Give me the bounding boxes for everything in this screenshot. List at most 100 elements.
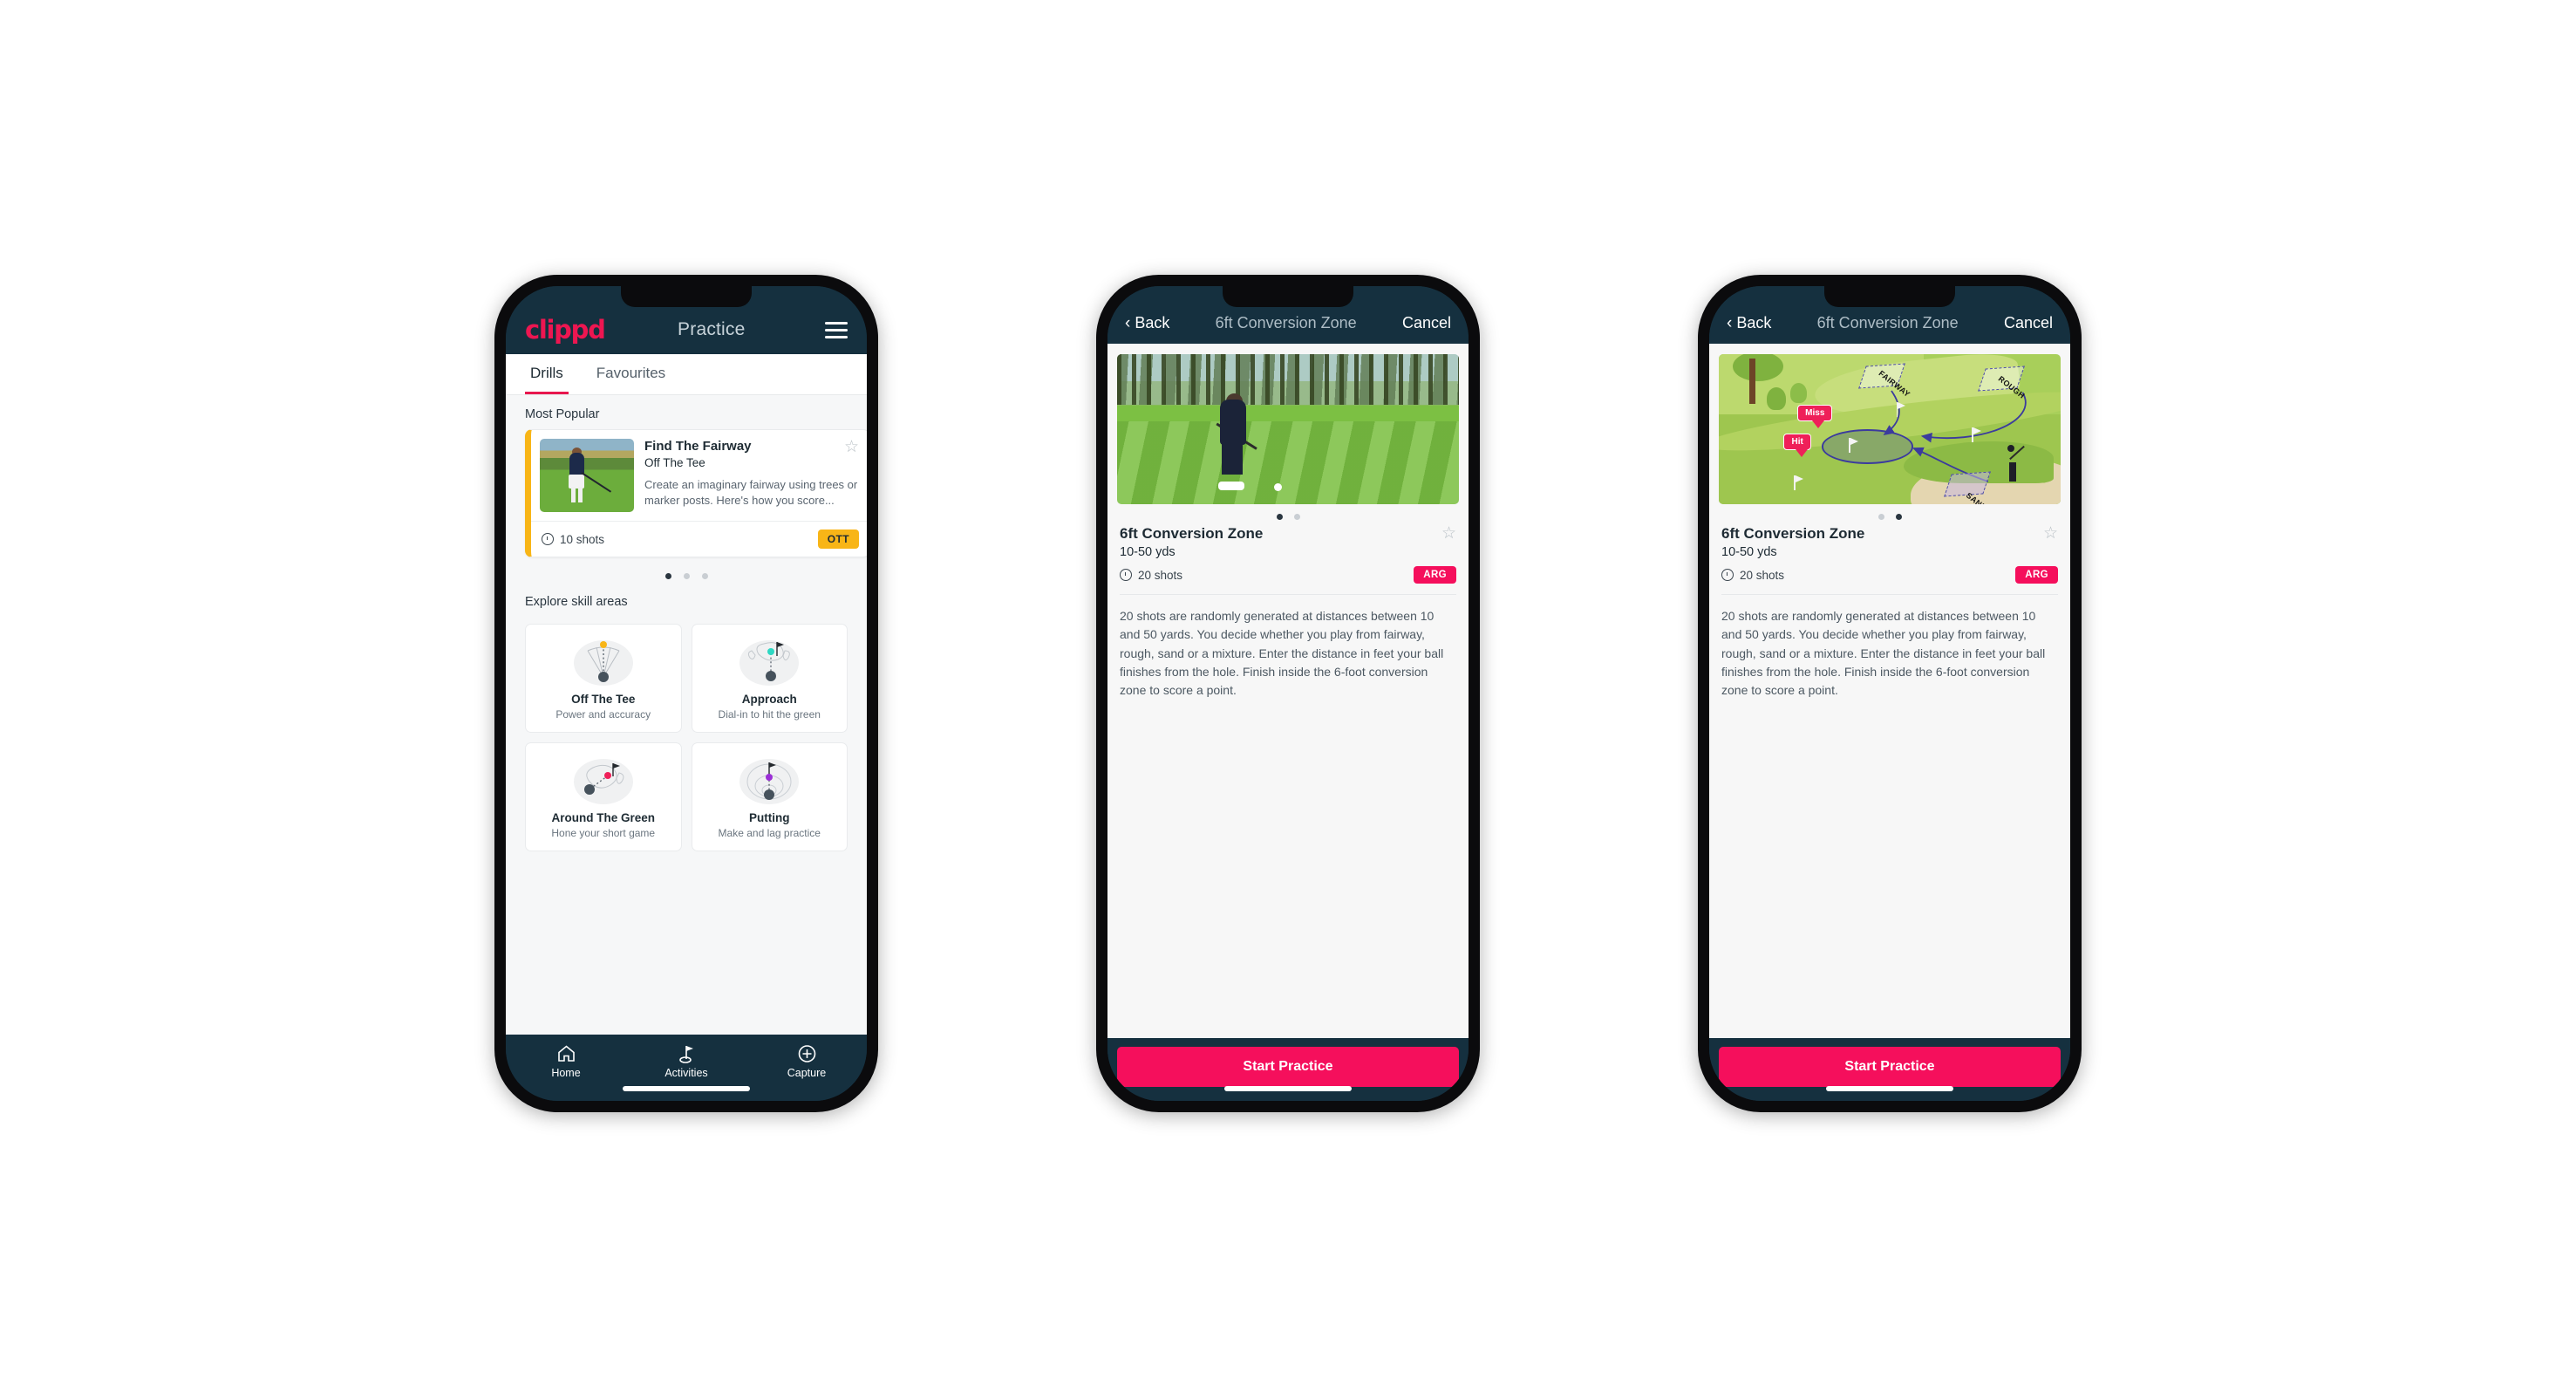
drill-name: 6ft Conversion Zone (1120, 525, 1264, 542)
page-title: Practice (678, 319, 746, 339)
carousel-dot-2[interactable] (683, 573, 690, 579)
drill-carousel[interactable]: Find The Fairway ☆ Off The Tee Create an… (506, 429, 867, 557)
detail-body: 6ft Conversion Zone ☆ 10-50 yds 20 shots… (1107, 344, 1469, 1038)
carousel-dot-3[interactable] (701, 573, 708, 579)
drill-yardage: 10-50 yds (1120, 545, 1176, 559)
tab-label: Capture (787, 1067, 827, 1079)
around-green-icon (533, 754, 674, 808)
explore-skill-areas-label: Explore skill areas (525, 595, 628, 609)
skill-card-off-the-tee[interactable]: Off The Tee Power and accuracy (525, 624, 682, 733)
drill-description: Create an imaginary fairway using trees … (644, 478, 858, 507)
back-label: Back (1736, 313, 1772, 331)
drill-info: 6ft Conversion Zone ☆ 10-50 yds 20 shots… (1107, 522, 1469, 584)
device-notch (1824, 286, 1955, 307)
star-outline-icon[interactable]: ☆ (1441, 525, 1456, 542)
clippd-logo: clippd (525, 314, 606, 345)
skill-desc: Dial-in to hit the green (718, 708, 821, 721)
pin-icon (1896, 402, 1905, 418)
home-indicator (1826, 1086, 1953, 1091)
phone-drill-detail-illustration: ‹ Back 6ft Conversion Zone Cancel FAIRWA… (1698, 275, 2082, 1112)
tab-drills[interactable]: Drills (525, 354, 569, 394)
skill-card-approach[interactable]: Approach Dial-in to hit the green (691, 624, 848, 733)
cancel-button[interactable]: Cancel (1402, 314, 1451, 332)
skill-desc: Hone your short game (551, 827, 656, 839)
start-practice-button[interactable]: Start Practice (1117, 1047, 1459, 1087)
drill-name: 6ft Conversion Zone (1721, 525, 1865, 542)
home-indicator (623, 1086, 750, 1091)
drill-shots-count: 20 shots (1138, 568, 1183, 582)
media-dots (1709, 504, 2070, 522)
back-label: Back (1135, 313, 1170, 331)
skill-name: Around The Green (551, 811, 655, 824)
skill-name: Off The Tee (571, 693, 636, 706)
phone-practice-list: clippd Practice Drills Favourites Most P… (494, 275, 878, 1112)
media-dot-2[interactable] (1293, 514, 1300, 520)
skill-card-around-the-green[interactable]: Around The Green Hone your short game (525, 742, 682, 851)
tag-hit: Hit (1783, 434, 1811, 458)
hamburger-menu-icon[interactable] (825, 321, 848, 338)
approach-green-icon (699, 635, 841, 689)
skill-card-putting[interactable]: Putting Make and lag practice (691, 742, 848, 851)
carousel-dot-1[interactable] (664, 573, 671, 579)
tab-capture[interactable]: Capture (746, 1042, 867, 1079)
tab-activities[interactable]: Activities (626, 1042, 746, 1079)
drill-info: 6ft Conversion Zone ☆ 10-50 yds 20 shots… (1709, 522, 2070, 584)
practice-content: Most Popular Find The Fairway ☆ Off The … (506, 395, 867, 1035)
tab-home[interactable]: Home (506, 1042, 626, 1079)
star-outline-icon[interactable]: ☆ (844, 439, 859, 455)
drill-yardage: 10-50 yds (1721, 545, 1777, 559)
carousel-dots (506, 557, 867, 583)
back-button[interactable]: ‹ Back (1125, 314, 1169, 332)
detail-title: 6ft Conversion Zone (1215, 313, 1357, 331)
tab-bar: Drills Favourites (506, 354, 867, 395)
cta-container: Start Practice (1107, 1038, 1469, 1101)
pin-icon (1848, 438, 1857, 454)
clock-icon (1721, 569, 1734, 581)
skill-desc: Make and lag practice (718, 827, 821, 839)
drill-subtitle: Off The Tee (644, 456, 705, 469)
drill-badge-arg: ARG (2015, 566, 2058, 584)
media-dot-2[interactable] (1895, 514, 1902, 520)
putting-rings-icon (699, 754, 841, 808)
golf-flag-icon (626, 1042, 746, 1065)
skill-area-grid: Off The Tee Power and accuracy Approach … (506, 617, 867, 851)
drill-thumbnail (540, 439, 634, 512)
drill-shots-count: 20 shots (1740, 568, 1785, 582)
skill-name: Approach (741, 693, 797, 706)
chevron-left-icon: ‹ (1727, 313, 1733, 332)
tee-fan-icon (533, 635, 674, 689)
pin-icon (1794, 475, 1802, 491)
tab-label: Home (551, 1067, 581, 1079)
drill-shots-count: 10 shots (560, 532, 605, 546)
tab-favourites[interactable]: Favourites (591, 354, 671, 394)
detail-title: 6ft Conversion Zone (1816, 313, 1959, 331)
media-dot-1[interactable] (1276, 514, 1283, 520)
most-popular-label: Most Popular (525, 407, 600, 421)
cta-container: Start Practice (1709, 1038, 2070, 1101)
pin-icon (1972, 427, 1980, 443)
drill-badge-arg: ARG (1414, 566, 1456, 584)
drill-media-illustration[interactable]: FAIRWAY ROUGH SAND Miss Hit (1719, 354, 2061, 504)
tag-miss: Miss (1797, 405, 1833, 429)
tab-label: Activities (664, 1067, 708, 1079)
clock-icon (542, 533, 554, 545)
skill-desc: Power and accuracy (555, 708, 651, 721)
phone-drill-detail-photo: ‹ Back 6ft Conversion Zone Cancel 6ft Co… (1096, 275, 1480, 1112)
start-practice-button[interactable]: Start Practice (1719, 1047, 2061, 1087)
screenshot-stage: clippd Practice Drills Favourites Most P… (0, 0, 2576, 1387)
star-outline-icon[interactable]: ☆ (2043, 525, 2058, 542)
drill-card-find-the-fairway[interactable]: Find The Fairway ☆ Off The Tee Create an… (525, 429, 867, 557)
media-dot-1[interactable] (1877, 514, 1884, 520)
media-dots (1107, 504, 1469, 522)
back-button[interactable]: ‹ Back (1727, 314, 1771, 332)
chevron-left-icon: ‹ (1125, 313, 1131, 332)
cancel-button[interactable]: Cancel (2004, 314, 2053, 332)
plus-circle-icon (746, 1042, 867, 1065)
device-notch (621, 286, 752, 307)
home-indicator (1224, 1086, 1352, 1091)
clock-icon (1120, 569, 1132, 581)
detail-body: FAIRWAY ROUGH SAND Miss Hit 6ft Conversi… (1709, 344, 2070, 1038)
drill-media-photo[interactable] (1117, 354, 1459, 504)
drill-title: Find The Fairway (644, 439, 752, 454)
drill-description: 20 shots are randomly generated at dista… (1721, 609, 2046, 698)
